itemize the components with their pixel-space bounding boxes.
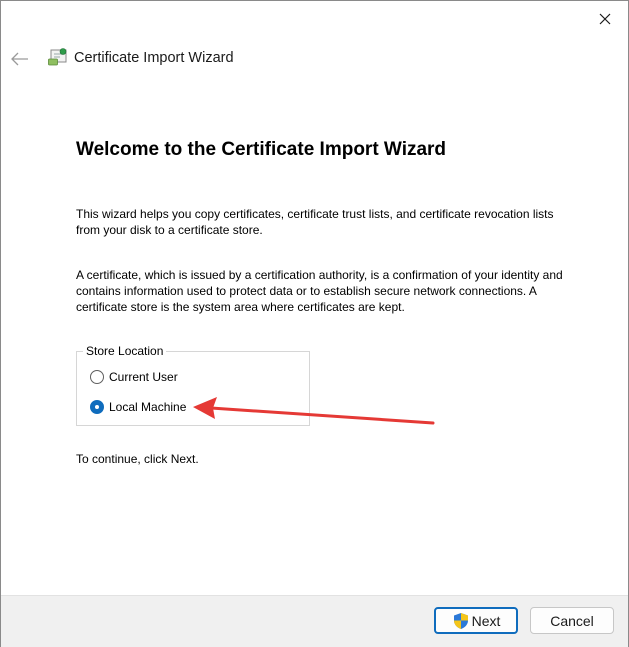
- wizard-title: Certificate Import Wizard: [74, 50, 234, 66]
- cancel-button[interactable]: Cancel: [530, 607, 614, 634]
- back-arrow-icon: [11, 52, 28, 66]
- annotation-arrow-icon: [193, 397, 435, 425]
- store-location-legend: Store Location: [86, 344, 164, 358]
- cancel-button-label: Cancel: [550, 612, 594, 629]
- radio-local-machine[interactable]: Local Machine: [90, 398, 186, 416]
- next-button[interactable]: Next: [434, 607, 518, 634]
- description-text: A certificate, which is issued by a cert…: [76, 268, 563, 314]
- intro-text: This wizard helps you copy certificates,…: [76, 207, 554, 237]
- back-button[interactable]: [7, 46, 33, 72]
- radio-button-unchecked[interactable]: [90, 370, 104, 384]
- continue-text: To continue, click Next.: [76, 452, 199, 466]
- close-icon: [599, 13, 611, 25]
- uac-shield-icon: [453, 612, 468, 629]
- certificate-icon: [48, 48, 67, 66]
- close-button[interactable]: [582, 1, 628, 37]
- radio-label-local-machine: Local Machine: [109, 400, 187, 414]
- wizard-footer: Next Cancel: [1, 595, 628, 647]
- wizard-header: Certificate Import Wizard: [1, 41, 628, 81]
- next-button-label: Next: [471, 612, 501, 629]
- radio-button-checked[interactable]: [90, 400, 104, 414]
- radio-label-current-user: Current User: [109, 370, 178, 384]
- title-bar: [1, 1, 628, 41]
- radio-current-user[interactable]: Current User: [90, 368, 178, 386]
- page-heading: Welcome to the Certificate Import Wizard: [76, 139, 447, 160]
- wizard-window: Certificate Import Wizard Welcome to the…: [0, 0, 629, 647]
